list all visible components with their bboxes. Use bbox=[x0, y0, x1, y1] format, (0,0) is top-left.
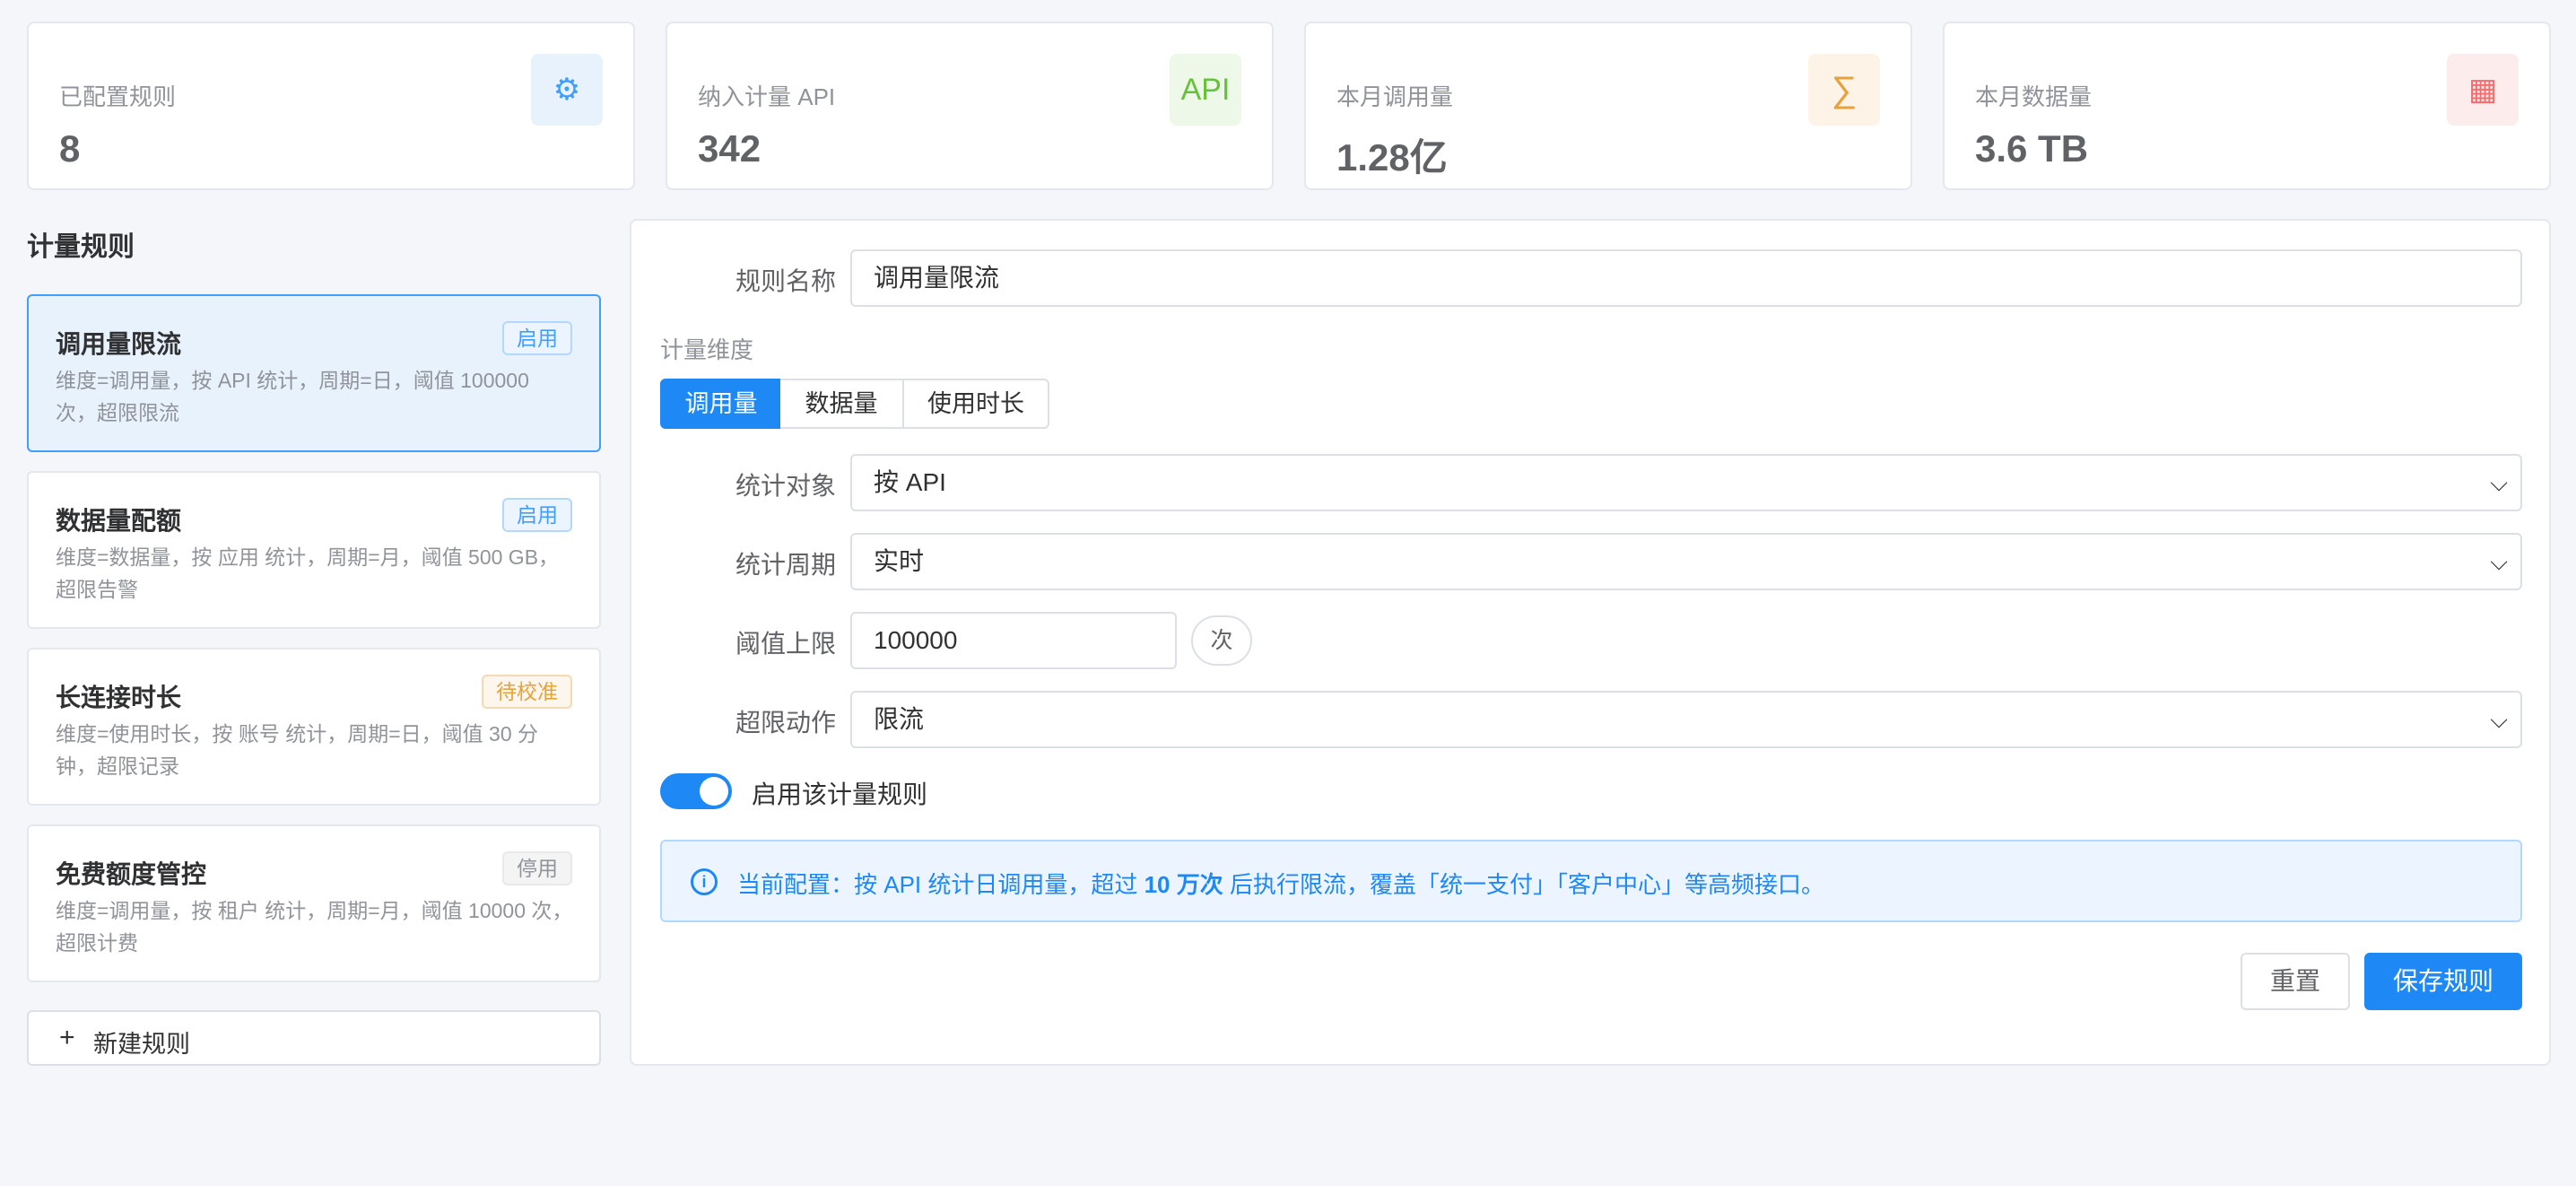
reset-button[interactable]: 重置 bbox=[2241, 953, 2350, 1010]
plus-icon: + bbox=[59, 1023, 75, 1052]
target-label: 统计对象 bbox=[735, 472, 836, 500]
stat-card-calls: 本月调用量 1.28亿 ∑ bbox=[1304, 22, 1912, 190]
enable-rule-toggle[interactable] bbox=[660, 773, 732, 809]
status-badge: 待校准 bbox=[482, 675, 572, 709]
status-badge: 停用 bbox=[502, 851, 572, 885]
action-select[interactable]: 限流 ⌵ bbox=[850, 691, 2522, 748]
stat-card-data: 本月数据量 3.6 TB ▦ bbox=[1943, 22, 2551, 190]
save-rule-button[interactable]: 保存规则 bbox=[2364, 953, 2522, 1010]
stat-card-rules: 已配置规则 8 ⚙ bbox=[27, 22, 635, 190]
notice-highlight: 10 万次 bbox=[1144, 871, 1223, 898]
action-label: 超限动作 bbox=[735, 709, 836, 737]
threshold-input[interactable]: 100000 bbox=[850, 612, 1177, 669]
config-notice: i 当前配置：按 API 统计日调用量，超过 10 万次 后执行限流，覆盖「统一… bbox=[660, 840, 2522, 922]
target-select[interactable]: 按 API ⌵ bbox=[850, 454, 2522, 511]
chevron-down-icon: ⌵ bbox=[2490, 548, 2508, 575]
rule-name-label: 规则名称 bbox=[735, 267, 836, 295]
data-grid-icon: ▦ bbox=[2447, 54, 2519, 126]
stat-value: 8 bbox=[59, 127, 81, 170]
rule-name-input[interactable]: 调用量限流 bbox=[850, 249, 2522, 307]
rule-item-free-quota[interactable]: 免费额度管控 停用 维度=调用量，按 租户 统计，周期=月，阈值 10000 次… bbox=[27, 824, 601, 982]
notice-text-post: 后执行限流，覆盖「统一支付」「客户中心」等高频接口。 bbox=[1223, 871, 1824, 898]
chevron-down-icon: ⌵ bbox=[2490, 706, 2508, 733]
sigma-icon: ∑ bbox=[1808, 54, 1880, 126]
segment-usage-duration[interactable]: 使用时长 bbox=[902, 379, 1049, 429]
action-value: 限流 bbox=[874, 705, 925, 733]
stat-label: 本月调用量 bbox=[1336, 83, 1454, 110]
period-value: 实时 bbox=[874, 547, 925, 575]
rule-item-connection-duration[interactable]: 长连接时长 待校准 维度=使用时长，按 账号 统计，周期=日，阈值 30 分钟，… bbox=[27, 648, 601, 806]
stat-value: 342 bbox=[698, 127, 761, 170]
rule-name: 数据量配额 bbox=[56, 507, 182, 535]
rule-item-data-quota[interactable]: 数据量配额 启用 维度=数据量，按 应用 统计，周期=月，阈值 500 GB，超… bbox=[27, 471, 601, 629]
new-rule-button[interactable]: + 新建规则 bbox=[27, 1010, 601, 1066]
status-badge: 启用 bbox=[502, 498, 572, 532]
toggle-knob bbox=[700, 777, 728, 806]
rules-section-title: 计量规则 bbox=[27, 232, 135, 262]
stat-value: 1.28亿 bbox=[1336, 136, 1448, 179]
stat-label: 本月数据量 bbox=[1975, 83, 2093, 110]
status-badge: 启用 bbox=[502, 321, 572, 355]
segment-calls[interactable]: 调用量 bbox=[660, 379, 782, 429]
new-rule-label: 新建规则 bbox=[93, 1031, 190, 1058]
enable-rule-label: 启用该计量规则 bbox=[752, 780, 928, 808]
rule-description: 维度=数据量，按 应用 统计，周期=月，阈值 500 GB，超限告警 bbox=[56, 545, 560, 601]
threshold-unit: 次 bbox=[1191, 615, 1252, 666]
rule-description: 维度=使用时长，按 账号 统计，周期=日，阈值 30 分钟，超限记录 bbox=[56, 722, 539, 778]
stat-value: 3.6 TB bbox=[1975, 127, 2089, 170]
rule-description: 维度=调用量，按 API 统计，周期=日，阈值 100000 次，超限限流 bbox=[56, 369, 529, 424]
rule-name: 调用量限流 bbox=[56, 330, 182, 358]
rule-name: 免费额度管控 bbox=[56, 860, 207, 888]
stat-label: 已配置规则 bbox=[59, 83, 177, 110]
period-select[interactable]: 实时 ⌵ bbox=[850, 533, 2522, 590]
notice-text-pre: 当前配置：按 API 统计日调用量，超过 bbox=[737, 871, 1144, 898]
stat-card-apis: 纳入计量 API 342 API bbox=[666, 22, 1274, 190]
rule-name: 长连接时长 bbox=[56, 684, 182, 711]
gear-icon: ⚙ bbox=[531, 54, 603, 126]
stat-label: 纳入计量 API bbox=[698, 83, 836, 110]
dimension-label: 计量维度 bbox=[660, 336, 754, 363]
api-icon: API bbox=[1170, 54, 1241, 126]
chevron-down-icon: ⌵ bbox=[2490, 469, 2508, 496]
rule-description: 维度=调用量，按 租户 统计，周期=月，阈值 10000 次，超限计费 bbox=[56, 899, 573, 955]
period-label: 统计周期 bbox=[735, 551, 836, 579]
threshold-label: 阈值上限 bbox=[735, 630, 836, 658]
notice-text: 当前配置：按 API 统计日调用量，超过 10 万次 后执行限流，覆盖「统一支付… bbox=[737, 867, 1824, 900]
segment-data-volume[interactable]: 数据量 bbox=[780, 379, 904, 429]
rule-editor-panel: 规则名称 调用量限流 计量维度 调用量 数据量 使用时长 统计对象 按 API … bbox=[630, 219, 2551, 1066]
rule-item-call-limit[interactable]: 调用量限流 启用 维度=调用量，按 API 统计，周期=日，阈值 100000 … bbox=[27, 294, 601, 452]
info-icon: i bbox=[691, 868, 718, 895]
target-value: 按 API bbox=[874, 468, 946, 496]
